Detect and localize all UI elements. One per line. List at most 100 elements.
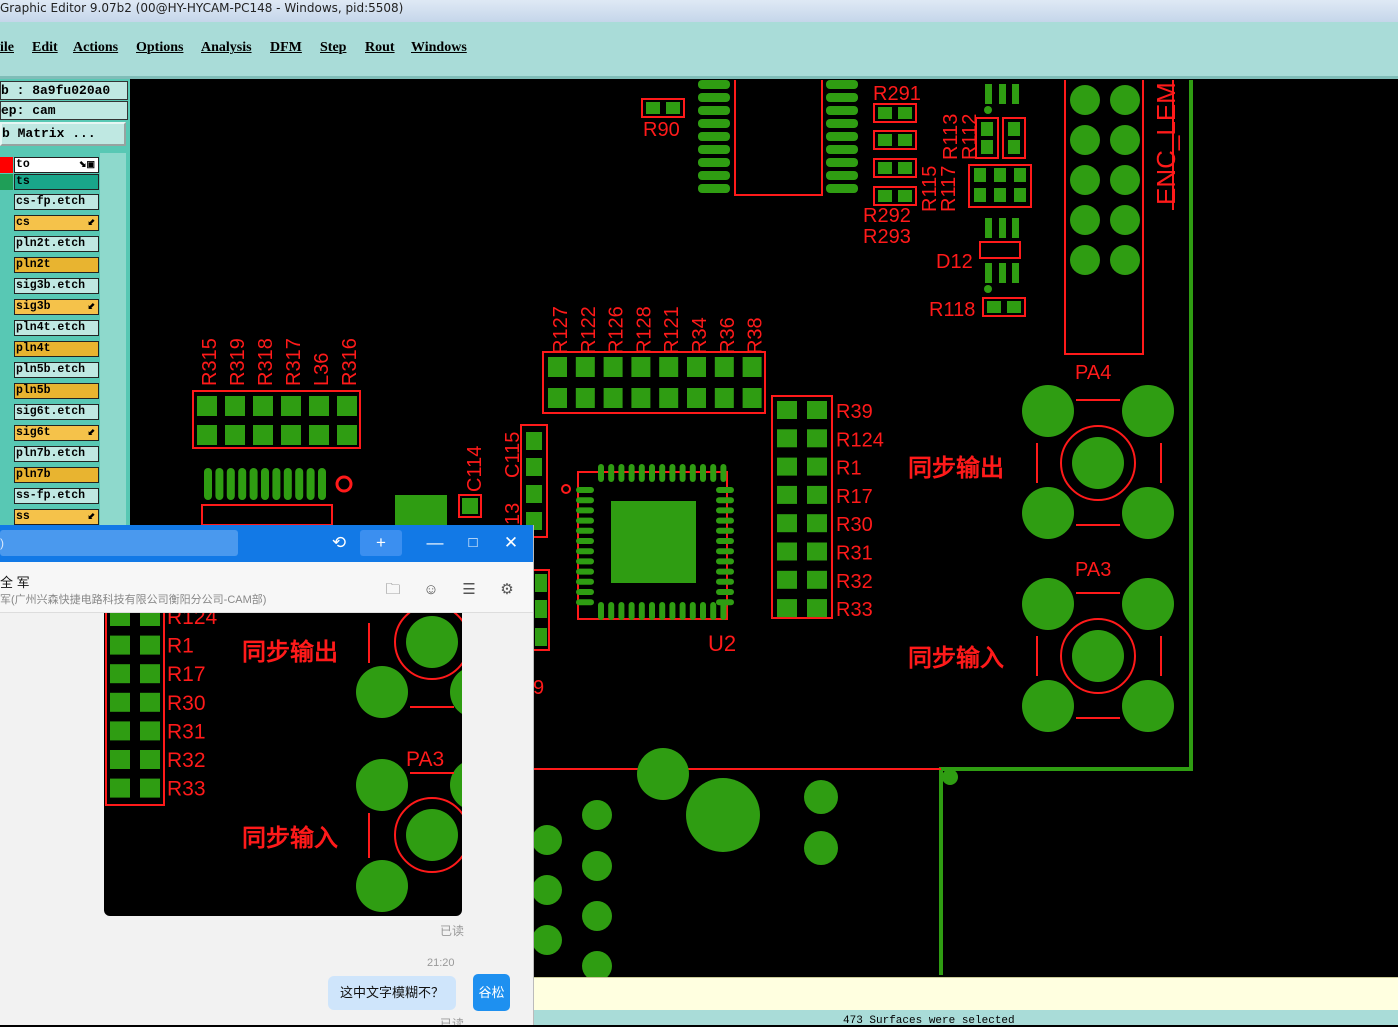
menu-analysis[interactable]: Analysis (201, 40, 252, 56)
layer-row[interactable]: pln5b (0, 383, 128, 399)
layer-row[interactable]: pln7b.etch (0, 446, 128, 462)
layer-name[interactable]: ss ⬋ (14, 509, 99, 525)
layer-row[interactable]: to ⬊▣ (0, 157, 128, 173)
layer-name[interactable]: pln7b (14, 467, 99, 483)
qfn-pin (608, 602, 615, 620)
search-input[interactable]: ) (0, 530, 238, 556)
layer-name[interactable]: pln7b.etch (14, 446, 99, 462)
qfn-pin (576, 589, 594, 595)
smd-pad (807, 485, 827, 504)
maximize-icon[interactable]: □ (459, 530, 487, 556)
layer-name[interactable]: pln5b.etch (14, 362, 99, 378)
layer-swatch[interactable] (0, 362, 13, 378)
qfn-pin (700, 602, 706, 620)
minimize-icon[interactable]: — (421, 530, 449, 556)
via-pad (804, 780, 838, 814)
layer-swatch[interactable] (0, 425, 13, 441)
layer-row[interactable]: sig6t.etch (0, 404, 128, 420)
smd-pad (807, 570, 827, 589)
folder-icon[interactable]: 🗀 (382, 580, 404, 600)
layer-swatch[interactable] (0, 446, 13, 462)
smd-pad (1012, 263, 1019, 283)
menu-dfm[interactable]: DFM (270, 40, 302, 56)
add-user-icon[interactable]: ☺ (420, 580, 442, 600)
layer-name[interactable]: cs-fp.etch (14, 194, 99, 210)
menu-options[interactable]: Options (136, 40, 183, 56)
menu-file[interactable]: ile (0, 40, 14, 56)
history-icon[interactable]: ⟲ (325, 530, 353, 556)
menu-rout[interactable]: Rout (365, 40, 395, 56)
layer-row[interactable]: sig3b.etch (0, 278, 128, 294)
layer-name[interactable]: sig6t.etch (14, 404, 99, 420)
layer-name[interactable]: pln4t (14, 341, 99, 357)
layer-swatch[interactable] (0, 257, 13, 273)
layer-name[interactable]: sig6t ⬋ (14, 425, 99, 441)
layer-row[interactable]: pln7b (0, 467, 128, 483)
layer-swatch[interactable] (0, 320, 13, 336)
layer-swatch[interactable] (0, 236, 13, 252)
smd-pad (974, 188, 986, 202)
menu-step[interactable]: Step (320, 40, 346, 56)
layer-row[interactable]: pln4t (0, 341, 128, 357)
ic-outline (734, 80, 823, 196)
smd-pad (985, 218, 992, 238)
pin-pad (698, 106, 730, 115)
layer-row[interactable]: sig3b ⬋ (0, 299, 128, 315)
layer-swatch[interactable] (0, 383, 13, 399)
layer-name[interactable]: pln5b (14, 383, 99, 399)
via-pad (532, 925, 562, 955)
layer-row[interactable]: cs ⬋ (0, 215, 128, 231)
pin-pad (826, 158, 858, 167)
pcb-label: R317 (283, 338, 305, 386)
job-matrix-button[interactable]: b Matrix ... (0, 122, 126, 146)
layer-swatch[interactable] (0, 341, 13, 357)
qfn-pin (576, 548, 594, 555)
layer-swatch[interactable] (0, 215, 13, 231)
layer-row[interactable]: pln2t (0, 257, 128, 273)
close-icon[interactable]: ✕ (497, 530, 525, 556)
layer-swatch[interactable] (0, 174, 13, 190)
layer-swatch[interactable] (0, 488, 13, 504)
layer-name[interactable]: pln2t.etch (14, 236, 99, 252)
layer-row[interactable]: ss ⬋ (0, 509, 128, 525)
settings-icon[interactable]: ⚙ (496, 580, 518, 600)
message-bubble[interactable]: 这中文字模糊不？ (328, 976, 457, 1010)
menu-actions[interactable]: Actions (73, 40, 118, 56)
layer-name[interactable]: cs ⬋ (14, 215, 99, 231)
layer-row[interactable]: sig6t ⬋ (0, 425, 128, 441)
add-button[interactable]: + (360, 530, 402, 556)
avatar[interactable]: 谷松 (473, 974, 510, 1011)
smd-pad (999, 263, 1006, 283)
smd-pad (140, 613, 160, 626)
layer-name[interactable]: to ⬊▣ (14, 157, 99, 173)
menu-windows[interactable]: Windows (411, 40, 467, 56)
chat-history-icon[interactable]: ☰ (458, 580, 480, 600)
pcb-label: R124 (836, 429, 884, 451)
layer-name[interactable]: sig3b.etch (14, 278, 99, 294)
layer-name[interactable]: pln4t.etch (14, 320, 99, 336)
layer-row[interactable]: pln2t.etch (0, 236, 128, 252)
menu-edit[interactable]: Edit (32, 40, 58, 56)
layer-row[interactable]: pln5b.etch (0, 362, 128, 378)
layer-swatch[interactable] (0, 404, 13, 420)
read-receipt: 已读 (440, 924, 465, 938)
message-image[interactable]: R124 R1 R17 R30 R31 R32 R33 同步输出 同步输入 PA3 (104, 613, 462, 916)
qfn-pin (598, 602, 604, 620)
via-pad (1070, 125, 1100, 155)
layer-name[interactable]: ss-fp.etch (14, 488, 99, 504)
layer-swatch[interactable] (0, 467, 13, 483)
layer-swatch[interactable] (0, 299, 13, 315)
layer-swatch[interactable] (0, 194, 13, 210)
layer-name[interactable]: pln2t (14, 257, 99, 273)
layer-swatch[interactable] (0, 509, 13, 525)
layer-name[interactable]: ts (14, 174, 99, 190)
layer-swatch[interactable] (0, 278, 13, 294)
layer-row[interactable]: ss-fp.etch (0, 488, 128, 504)
layer-name[interactable]: sig3b ⬋ (14, 299, 99, 315)
layer-row[interactable]: ts (0, 174, 128, 190)
layer-swatch[interactable] (0, 157, 13, 173)
layer-row[interactable]: cs-fp.etch (0, 194, 128, 210)
qfn-pin (638, 464, 645, 482)
layer-row[interactable]: pln4t.etch (0, 320, 128, 336)
message-bar: 473 Surfaces were selected (533, 1010, 1398, 1027)
